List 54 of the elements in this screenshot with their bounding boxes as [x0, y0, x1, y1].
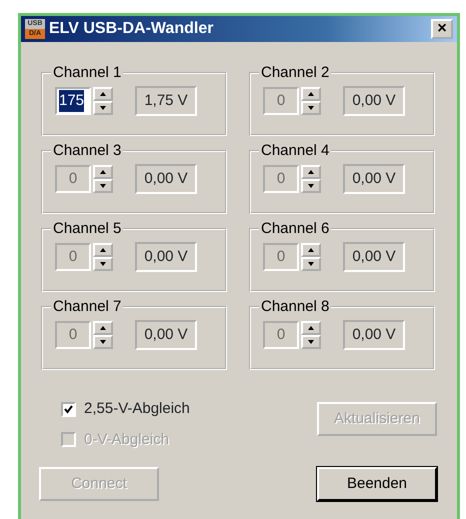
voltage-display: 0,00 V	[135, 164, 197, 194]
group-label: Channel 3	[51, 143, 124, 158]
spin-down-button[interactable]	[301, 101, 321, 115]
checkbox-label: 2,55-V-Abgleich	[84, 399, 190, 419]
group-label: Channel 8	[259, 299, 332, 314]
checkbox[interactable]	[61, 402, 76, 417]
voltage-display: 0,00 V	[343, 86, 405, 116]
up-arrow-icon	[308, 326, 314, 330]
voltage-display: 0,00 V	[135, 320, 197, 350]
spin-up-button[interactable]	[301, 87, 321, 101]
group-label: Channel 7	[51, 299, 124, 314]
down-arrow-icon	[100, 184, 106, 188]
spin-up-button[interactable]	[301, 243, 321, 257]
voltage-display: 0,00 V	[135, 242, 197, 272]
down-arrow-icon	[100, 262, 106, 266]
up-arrow-icon	[308, 248, 314, 252]
up-arrow-icon	[100, 248, 106, 252]
spin-down-button[interactable]	[93, 335, 113, 349]
group-label: Channel 2	[259, 65, 332, 80]
up-arrow-icon	[100, 170, 106, 174]
up-arrow-icon	[308, 170, 314, 174]
voltage-display: 0,00 V	[343, 164, 405, 194]
quit-button[interactable]: Beenden	[317, 467, 437, 501]
voltage-display: 0,00 V	[343, 242, 405, 272]
group-label: Channel 4	[259, 143, 332, 158]
spin-up-button[interactable]	[301, 165, 321, 179]
voltage-display: 0,00 V	[343, 320, 405, 350]
value-field[interactable]: 175	[55, 87, 91, 115]
spin-down-button[interactable]	[93, 257, 113, 271]
down-arrow-icon	[308, 262, 314, 266]
up-arrow-icon	[308, 92, 314, 96]
spin-up-button[interactable]	[93, 165, 113, 179]
down-arrow-icon	[100, 340, 106, 344]
down-arrow-icon	[308, 184, 314, 188]
up-arrow-icon	[100, 326, 106, 330]
group-label: Channel 1	[51, 65, 124, 80]
spin-down-button[interactable]	[301, 257, 321, 271]
spin-down-button[interactable]	[301, 335, 321, 349]
group-label: Channel 6	[259, 221, 332, 236]
close-button[interactable]: ×	[431, 19, 453, 39]
spin-up-button[interactable]	[93, 87, 113, 101]
spin-down-button[interactable]	[301, 179, 321, 193]
spin-up-button[interactable]	[93, 321, 113, 335]
down-arrow-icon	[100, 106, 106, 110]
window-title: ELV USB-DA-Wandler	[49, 19, 214, 39]
spin-down-button[interactable]	[93, 179, 113, 193]
up-arrow-icon	[100, 92, 106, 96]
group-label: Channel 5	[51, 221, 124, 236]
spin-down-button[interactable]	[93, 101, 113, 115]
down-arrow-icon	[308, 106, 314, 110]
voltage-display: 1,75 V	[135, 86, 197, 116]
down-arrow-icon	[308, 340, 314, 344]
spin-up-button[interactable]	[93, 243, 113, 257]
spin-up-button[interactable]	[301, 321, 321, 335]
